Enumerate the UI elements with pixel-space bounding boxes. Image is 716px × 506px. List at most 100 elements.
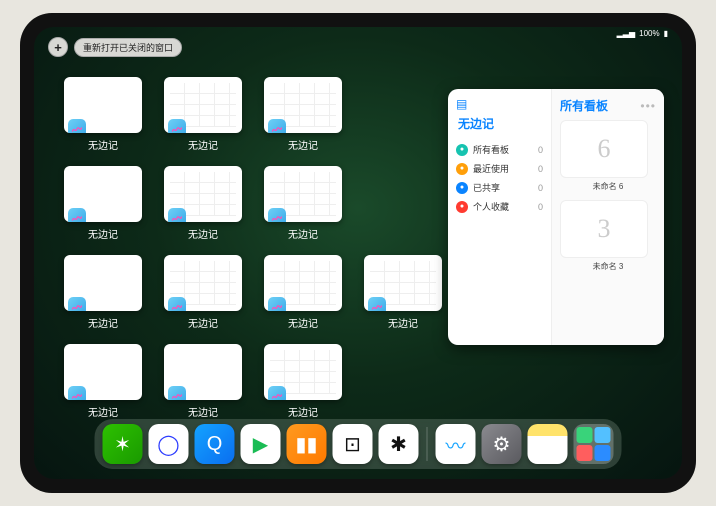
app-badge-icon — [168, 297, 186, 311]
thumbnail-label: 无边记 — [288, 137, 318, 152]
window-thumbnail[interactable]: 无边记 — [264, 344, 342, 419]
window-thumbnail[interactable]: 无边记 — [64, 255, 142, 330]
board-preview: 3 — [560, 200, 648, 258]
dock-app-play[interactable]: ▶ — [241, 424, 281, 464]
board-preview: 6 — [560, 120, 648, 178]
dock: ✶◯Q▶▮▮⊡✱ 〰⚙ — [95, 419, 622, 469]
window-thumbnail[interactable]: 无边记 — [264, 166, 342, 241]
dock-app-wechat[interactable]: ✶ — [103, 424, 143, 464]
freeform-panel[interactable]: ▤ 无边记 ● 所有看板 0● 最近使用 0● 已共享 0● 个人收藏 0 所有… — [448, 89, 664, 345]
dock-app-dice[interactable]: ⊡ — [333, 424, 373, 464]
app-badge-icon — [68, 208, 86, 222]
thumbnail-label: 无边记 — [188, 137, 218, 152]
app-badge-icon — [68, 119, 86, 133]
thumbnail-label: 无边记 — [188, 404, 218, 419]
dock-separator — [427, 427, 428, 461]
app-badge-icon — [68, 297, 86, 311]
window-thumbnail[interactable]: 无边记 — [164, 166, 242, 241]
more-icon[interactable]: ••• — [640, 99, 656, 113]
app-badge-icon — [68, 386, 86, 400]
thumbnail-label: 无边记 — [288, 226, 318, 241]
thumbnail-label: 无边记 — [388, 315, 418, 330]
nav-count: 0 — [538, 164, 543, 174]
window-thumbnail[interactable]: 无边记 — [264, 77, 342, 152]
thumbnail-preview — [164, 166, 242, 222]
thumbnail-preview — [164, 344, 242, 400]
sidebar-item[interactable]: ● 最近使用 0 — [456, 159, 543, 178]
signal-icon: ▂▃▅ — [617, 29, 635, 38]
thumbnail-preview — [64, 166, 142, 222]
board-title: 未命名 6 — [560, 181, 656, 192]
dock-app-browser-2[interactable]: Q — [195, 424, 235, 464]
app-badge-icon — [168, 386, 186, 400]
thumbnail-label: 无边记 — [88, 315, 118, 330]
thumbnail-label: 无边记 — [88, 226, 118, 241]
app-badge-icon — [268, 386, 286, 400]
nav-count: 0 — [538, 202, 543, 212]
ipad-frame: ▂▃▅ 100% ▮ + 重新打开已关闭的窗口 无边记 无边记 — [20, 13, 696, 493]
thumbnail-preview — [264, 255, 342, 311]
panel-right-title: 所有看板 — [560, 97, 608, 114]
new-window-button[interactable]: + — [48, 37, 68, 57]
dock-app-settings[interactable]: ⚙ — [482, 424, 522, 464]
panel-sidebar: ▤ 无边记 ● 所有看板 0● 最近使用 0● 已共享 0● 个人收藏 0 — [448, 89, 552, 345]
nav-label: 已共享 — [473, 181, 500, 194]
thumbnail-preview — [64, 344, 142, 400]
thumbnail-label: 无边记 — [188, 315, 218, 330]
thumbnail-preview — [164, 77, 242, 133]
dock-app-nodes[interactable]: ✱ — [379, 424, 419, 464]
board-title: 未命名 3 — [560, 261, 656, 272]
window-thumbnail-grid: 无边记 无边记 无边记 无边记 — [64, 77, 442, 419]
window-thumbnail[interactable]: 无边记 — [164, 77, 242, 152]
thumbnail-preview — [264, 166, 342, 222]
nav-label: 个人收藏 — [473, 200, 509, 213]
dock-app-freeform[interactable]: 〰 — [436, 424, 476, 464]
nav-label: 所有看板 — [473, 143, 509, 156]
window-thumbnail[interactable]: 无边记 — [264, 255, 342, 330]
window-thumbnail[interactable]: 无边记 — [64, 166, 142, 241]
thumbnail-preview — [164, 255, 242, 311]
reopen-closed-window-button[interactable]: 重新打开已关闭的窗口 — [74, 38, 182, 57]
top-controls: + 重新打开已关闭的窗口 — [48, 37, 182, 57]
nav-icon: ● — [456, 163, 468, 175]
sidebar-item[interactable]: ● 所有看板 0 — [456, 140, 543, 159]
app-badge-icon — [168, 208, 186, 222]
nav-icon: ● — [456, 182, 468, 194]
thumbnail-preview — [364, 255, 442, 311]
nav-label: 最近使用 — [473, 162, 509, 175]
status-bar: ▂▃▅ 100% ▮ — [617, 29, 668, 38]
board-item[interactable]: 3 未命名 3 — [560, 200, 656, 272]
window-thumbnail[interactable]: 无边记 — [164, 255, 242, 330]
dock-app-notes[interactable] — [528, 424, 568, 464]
screen: ▂▃▅ 100% ▮ + 重新打开已关闭的窗口 无边记 无边记 — [34, 27, 682, 479]
thumbnail-preview — [64, 255, 142, 311]
battery-text: 100% — [639, 29, 659, 38]
thumbnail-label: 无边记 — [88, 137, 118, 152]
nav-count: 0 — [538, 183, 543, 193]
thumbnail-label: 无边记 — [288, 315, 318, 330]
battery-icon: ▮ — [664, 29, 668, 38]
thumbnail-preview — [64, 77, 142, 133]
nav-icon: ● — [456, 201, 468, 213]
sidebar-item[interactable]: ● 个人收藏 0 — [456, 197, 543, 216]
app-badge-icon — [168, 119, 186, 133]
dock-app-books[interactable]: ▮▮ — [287, 424, 327, 464]
window-thumbnail[interactable]: 无边记 — [64, 344, 142, 419]
nav-count: 0 — [538, 145, 543, 155]
nav-icon: ● — [456, 144, 468, 156]
window-thumbnail[interactable]: 无边记 — [164, 344, 242, 419]
sidebar-item[interactable]: ● 已共享 0 — [456, 178, 543, 197]
thumbnail-label: 无边记 — [188, 226, 218, 241]
panel-app-title: 无边记 — [458, 115, 543, 132]
sidebar-toggle-icon[interactable]: ▤ — [456, 97, 543, 111]
app-badge-icon — [268, 119, 286, 133]
dock-recent-apps[interactable] — [574, 424, 614, 464]
board-item[interactable]: 6 未命名 6 — [560, 120, 656, 192]
dock-app-browser-1[interactable]: ◯ — [149, 424, 189, 464]
app-badge-icon — [268, 297, 286, 311]
thumbnail-preview — [264, 344, 342, 400]
window-thumbnail[interactable]: 无边记 — [364, 255, 442, 330]
window-thumbnail[interactable]: 无边记 — [64, 77, 142, 152]
thumbnail-label: 无边记 — [88, 404, 118, 419]
app-badge-icon — [268, 208, 286, 222]
